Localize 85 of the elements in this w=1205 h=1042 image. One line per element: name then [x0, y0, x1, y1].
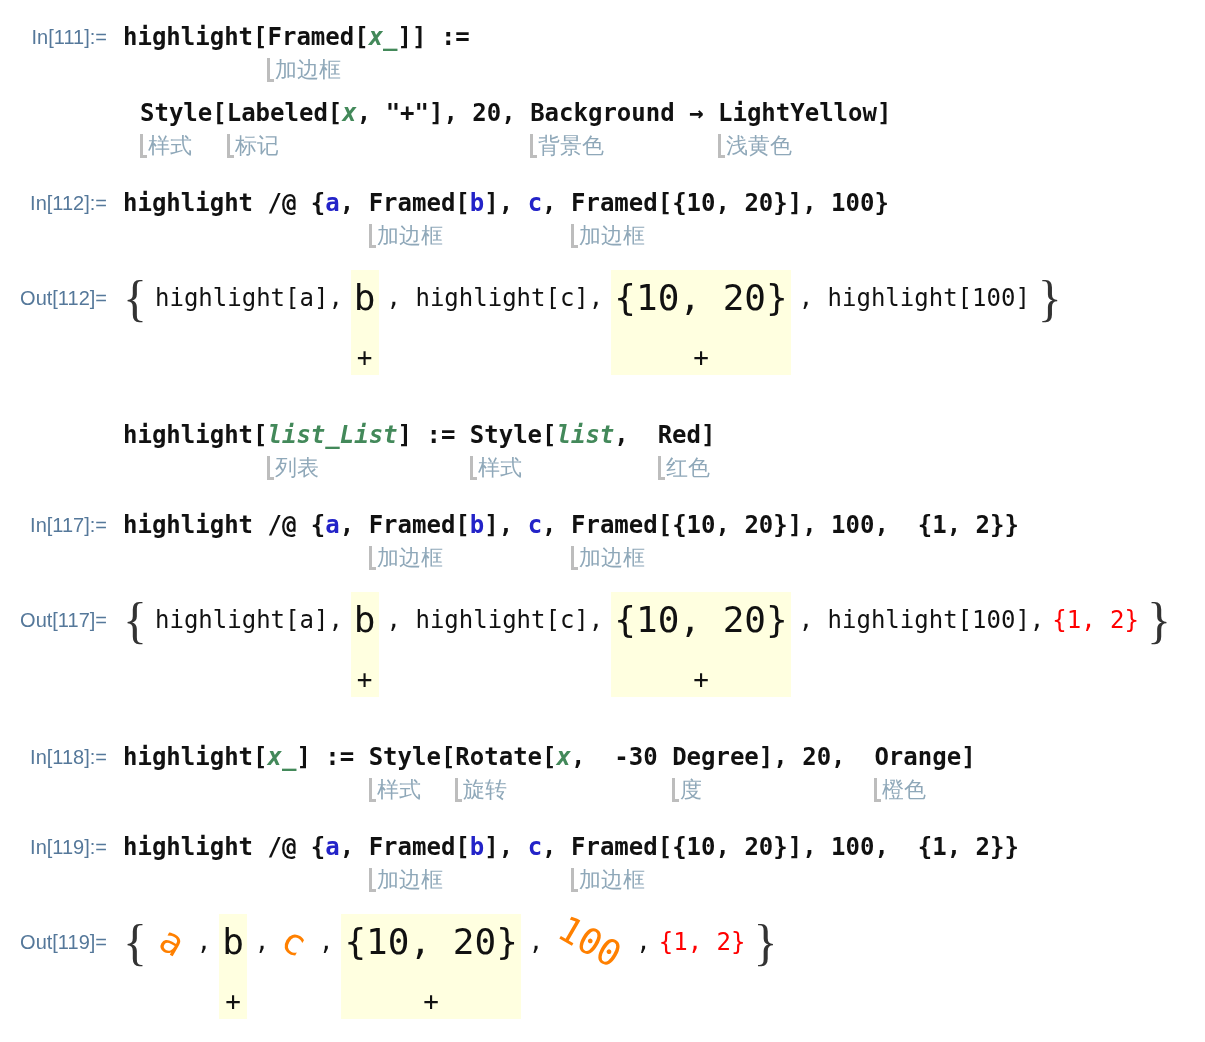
hint-text: 样式	[376, 777, 421, 803]
corner-bracket-icon	[455, 778, 463, 802]
output-label: Out[112]=	[20, 286, 107, 311]
corner-bracket-icon	[140, 134, 147, 158]
output-label: Out[119]=	[20, 930, 107, 955]
hint-text: 旋转	[463, 777, 508, 803]
list-brace: }	[753, 914, 778, 970]
output-text: ,	[636, 927, 651, 958]
hint-text: 度	[680, 777, 703, 803]
input-label: In[111]:=	[31, 25, 107, 50]
code-line: Style[Labeled[x, "+"], 20, Background → LightYellow]	[140, 98, 892, 129]
corner-bracket-icon	[717, 134, 725, 158]
list-brace: }	[1147, 592, 1171, 648]
corner-bracket-icon	[368, 778, 376, 802]
code-line: highlight[x_] := Style[Rotate[x, -30 Degree], 20, Orange]	[123, 742, 976, 773]
list-brace: }	[1037, 270, 1062, 326]
hint-text: 浅黄色	[725, 133, 792, 159]
corner-bracket-icon	[570, 546, 578, 570]
corner-bracket-icon	[226, 134, 234, 158]
code-line: highlight[Framed[x_]] :=	[123, 22, 470, 53]
output-text: , highlight[c],	[386, 605, 604, 636]
box-label: +	[225, 987, 241, 1015]
output-text: ,	[318, 927, 334, 958]
output-text: highlight[a],	[155, 283, 343, 314]
hint-text: 加边框	[376, 867, 443, 893]
input-label: In[119]:=	[30, 835, 107, 860]
code-line: highlight /@ {a, Framed[b], c, Framed[{10, 20}], 100}	[123, 188, 889, 219]
box-label: +	[693, 343, 709, 371]
output-text: ,	[528, 927, 544, 958]
boxed-value: {10, 20}	[614, 276, 788, 320]
corner-bracket-icon	[267, 456, 275, 480]
output-label: Out[117]=	[20, 608, 107, 633]
boxed-value: b	[353, 276, 376, 320]
input-label: In[118]:=	[30, 745, 107, 770]
hint-text: 加边框	[376, 545, 443, 571]
hint-text: 橙色	[882, 777, 927, 803]
code-line: highlight[list_List] := Style[list, Red]	[123, 420, 716, 451]
corner-bracket-icon	[368, 546, 376, 570]
corner-bracket-icon	[368, 224, 376, 248]
output-text: , highlight[100],	[798, 605, 1045, 636]
corner-bracket-icon	[657, 456, 665, 480]
styled-text: {1, 2}	[658, 927, 746, 958]
corner-bracket-icon	[570, 868, 578, 892]
input-label: In[112]:=	[30, 191, 107, 216]
hint-text: 加边框	[376, 223, 443, 249]
list-brace: {	[123, 270, 147, 326]
hint-text: 列表	[275, 455, 320, 481]
code-line: highlight /@ {a, Framed[b], c, Framed[{10, 20}], 100, {1, 2}}	[123, 510, 1019, 541]
output-text: , highlight[c],	[386, 283, 604, 314]
list-brace: {	[123, 914, 147, 970]
hint-text: 加边框	[275, 57, 342, 83]
box-label: +	[693, 665, 709, 693]
hint-text: 样式	[148, 133, 192, 159]
hint-text: 标记	[234, 133, 279, 159]
styled-text: {1, 2}	[1052, 605, 1139, 636]
input-label: In[117]:=	[30, 513, 107, 538]
hint-text: 样式	[477, 455, 522, 481]
list-brace: {	[123, 592, 147, 648]
corner-bracket-icon	[874, 778, 882, 802]
box-label: +	[356, 665, 373, 693]
rotated-text: a	[152, 919, 192, 965]
output-text: ,	[254, 927, 270, 958]
output-text: , highlight[100]	[798, 283, 1030, 314]
boxed-value: {10, 20}	[344, 920, 518, 964]
hint-text: 加边框	[578, 545, 645, 571]
corner-bracket-icon	[530, 134, 538, 158]
boxed-value: b	[222, 920, 244, 964]
boxed-value: {10, 20}	[614, 598, 788, 642]
rotated-text: 100	[551, 908, 628, 976]
rotated-text: c	[274, 919, 314, 965]
corner-bracket-icon	[368, 868, 376, 892]
box-label: +	[356, 343, 373, 371]
hint-text: 加边框	[578, 223, 645, 249]
corner-bracket-icon	[469, 456, 477, 480]
boxed-value: b	[353, 598, 376, 642]
corner-bracket-icon	[267, 58, 275, 82]
hint-text: 红色	[665, 455, 710, 481]
box-label: +	[423, 987, 439, 1015]
output-text: ,	[196, 927, 212, 958]
code-line: highlight /@ {a, Framed[b], c, Framed[{10, 20}], 100, {1, 2}}	[123, 832, 1019, 863]
output-text: highlight[a],	[155, 605, 343, 636]
corner-bracket-icon	[672, 778, 680, 802]
hint-text: 加边框	[578, 867, 645, 893]
hint-text: 背景色	[538, 133, 605, 159]
corner-bracket-icon	[570, 224, 578, 248]
